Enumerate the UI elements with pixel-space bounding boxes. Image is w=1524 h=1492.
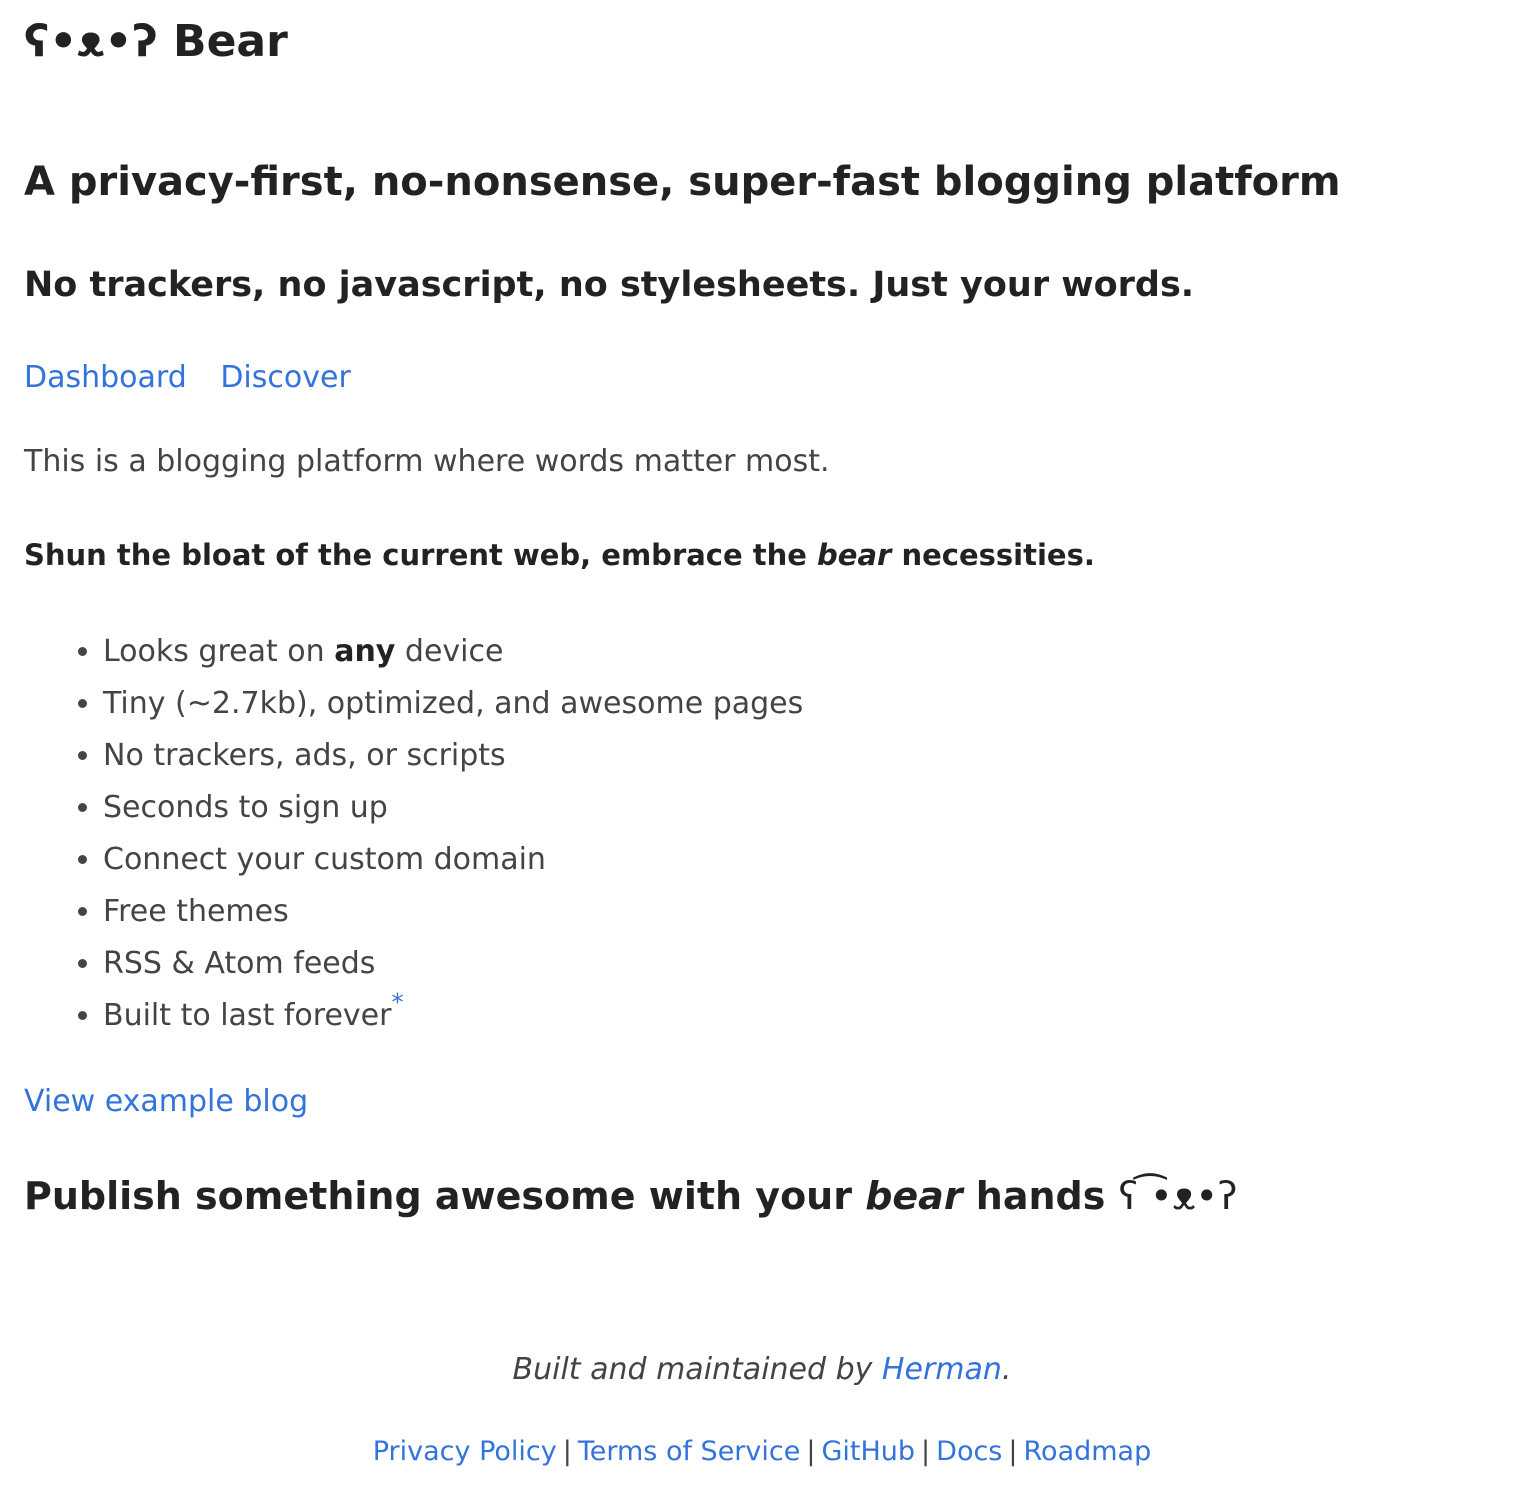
privacy-policy-link[interactable]: Privacy Policy <box>373 1436 557 1467</box>
publish-before: Publish something awesome with your <box>24 1174 866 1218</box>
shun-emphasis: bear <box>817 538 892 572</box>
herman-link[interactable]: Herman <box>882 1352 1002 1387</box>
list-item: Looks great on any device <box>103 626 803 678</box>
separator: | <box>806 1436 816 1467</box>
footnote-link[interactable]: * <box>391 989 403 1017</box>
list-item: No trackers, ads, or scripts <box>103 730 803 782</box>
feature-text: Looks great on <box>103 634 335 669</box>
separator: | <box>921 1436 931 1467</box>
terms-of-service-link[interactable]: Terms of Service <box>578 1436 801 1467</box>
credit-suffix: . <box>1001 1352 1012 1387</box>
tagline: No trackers, no javascript, no styleshee… <box>24 265 1195 305</box>
publish-heading: Publish something awesome with your bear… <box>24 1170 1237 1222</box>
site-title: ʕ•ᴥ•ʔ Bear <box>24 12 288 72</box>
nav-discover-link[interactable]: Discover <box>220 360 350 395</box>
list-item: Connect your custom domain <box>103 834 803 886</box>
footnote-sup: * <box>391 989 403 1017</box>
nav-dashboard-link[interactable]: Dashboard <box>24 360 187 395</box>
footer-credit: Built and maintained by Herman. <box>0 1348 1524 1392</box>
shun-before: Shun the bloat of the current web, embra… <box>24 538 818 572</box>
list-item: RSS & Atom feeds <box>103 938 803 990</box>
roadmap-link[interactable]: Roadmap <box>1024 1436 1152 1467</box>
shun-after: necessities. <box>891 538 1095 572</box>
publish-after: hands <box>962 1174 1119 1218</box>
feature-bold: any <box>334 634 396 669</box>
headline: A privacy-first, no-nonsense, super-fast… <box>24 159 1341 205</box>
shun-text: Shun the bloat of the current web, embra… <box>24 534 1095 576</box>
credit-prefix: Built and maintained by <box>512 1352 882 1387</box>
site-title-text: Bear <box>173 16 288 67</box>
list-item: Free themes <box>103 886 803 938</box>
list-item: Seconds to sign up <box>103 782 803 834</box>
home-link[interactable]: ʕ•ᴥ•ʔ Bear <box>24 16 288 67</box>
view-example-blog-link[interactable]: View example blog <box>24 1080 308 1124</box>
feature-text: Built to last forever <box>103 998 392 1033</box>
feature-list: Looks great on any device Tiny (~2.7kb),… <box>24 626 803 1042</box>
list-item: Tiny (~2.7kb), optimized, and awesome pa… <box>103 678 803 730</box>
docs-link[interactable]: Docs <box>936 1436 1002 1467</box>
feature-text: device <box>395 634 504 669</box>
bear-hands-emoticon: ʕ ͡•ᴥ•ʔ <box>1118 1174 1238 1218</box>
main-nav: Dashboard Discover <box>24 356 375 400</box>
footer-links: Privacy Policy | Terms of Service | GitHub | D… <box>0 1432 1524 1472</box>
intro-text: This is a blogging platform where words … <box>24 444 830 479</box>
github-link[interactable]: GitHub <box>821 1436 915 1467</box>
publish-emphasis: bear <box>865 1174 963 1218</box>
bear-face-logo: ʕ•ᴥ•ʔ <box>24 16 158 67</box>
separator: | <box>1008 1436 1018 1467</box>
separator: | <box>562 1436 572 1467</box>
list-item: Built to last forever* <box>103 990 803 1042</box>
